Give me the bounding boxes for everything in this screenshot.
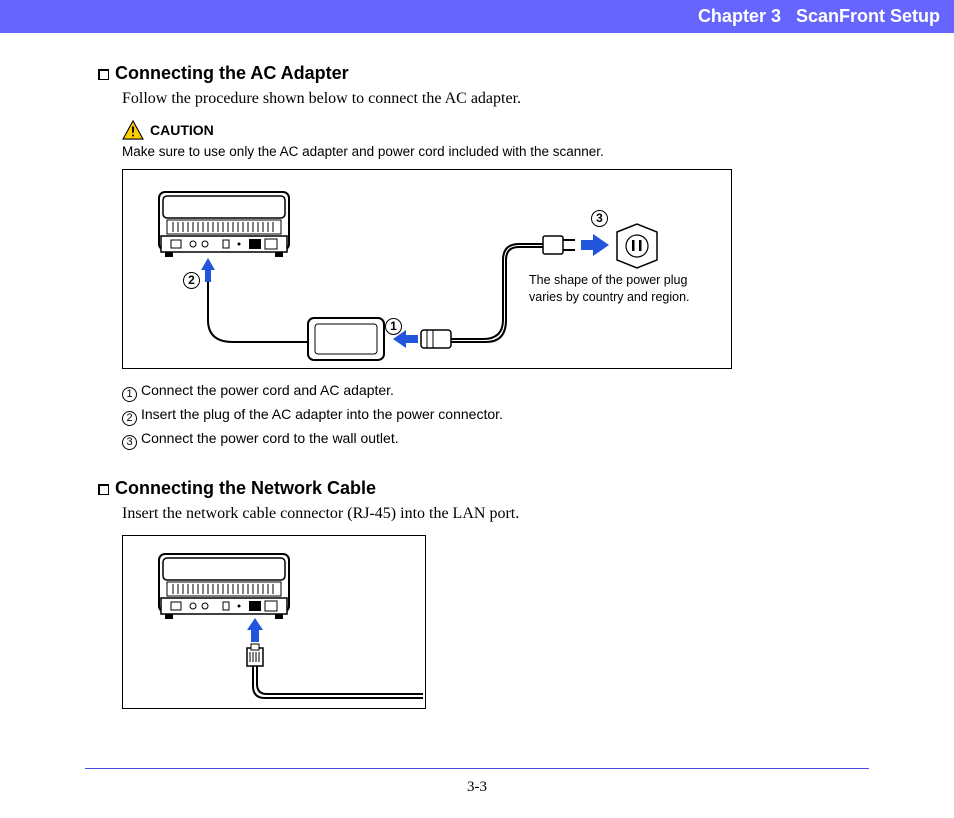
callout-3: 3 — [591, 210, 608, 227]
step-1: 1Connect the power cord and AC adapter. — [122, 379, 869, 403]
bullet-icon — [98, 69, 109, 80]
chapter-number: Chapter 3 — [698, 6, 781, 26]
caution-icon — [122, 120, 144, 140]
page-number: 3-3 — [85, 779, 869, 796]
caution-text: Make sure to use only the AC adapter and… — [122, 144, 869, 159]
figure-network-cable — [122, 535, 426, 709]
step-3: 3Connect the power cord to the wall outl… — [122, 427, 869, 451]
bullet-icon — [98, 484, 109, 495]
section2-heading-text: Connecting the Network Cable — [115, 478, 376, 498]
footer-rule — [85, 768, 869, 769]
caution-label: CAUTION — [150, 122, 214, 138]
chapter-title: ScanFront Setup — [796, 6, 940, 26]
page-content: Connecting the AC Adapter Follow the pro… — [0, 33, 954, 709]
figure-note: The shape of the power plug varies by co… — [529, 272, 719, 306]
section1-intro: Follow the procedure shown below to conn… — [122, 90, 869, 108]
network-diagram — [123, 536, 427, 710]
callout-2: 2 — [183, 272, 200, 289]
steps-list: 1Connect the power cord and AC adapter. … — [122, 379, 869, 450]
ac-adapter-diagram — [123, 170, 733, 370]
section-heading-ac-adapter: Connecting the AC Adapter — [98, 63, 869, 84]
callout-1: 1 — [385, 318, 402, 335]
step-2: 2Insert the plug of the AC adapter into … — [122, 403, 869, 427]
caution-row: CAUTION — [122, 120, 869, 140]
page-footer: 3-3 — [85, 768, 869, 796]
section-heading-network: Connecting the Network Cable — [98, 478, 869, 499]
figure-ac-adapter: 2 1 3 The shape of the power plug varies… — [122, 169, 732, 369]
section2-intro: Insert the network cable connector (RJ-4… — [122, 505, 869, 523]
chapter-header: Chapter 3 ScanFront Setup — [0, 0, 954, 33]
section1-heading-text: Connecting the AC Adapter — [115, 63, 349, 83]
